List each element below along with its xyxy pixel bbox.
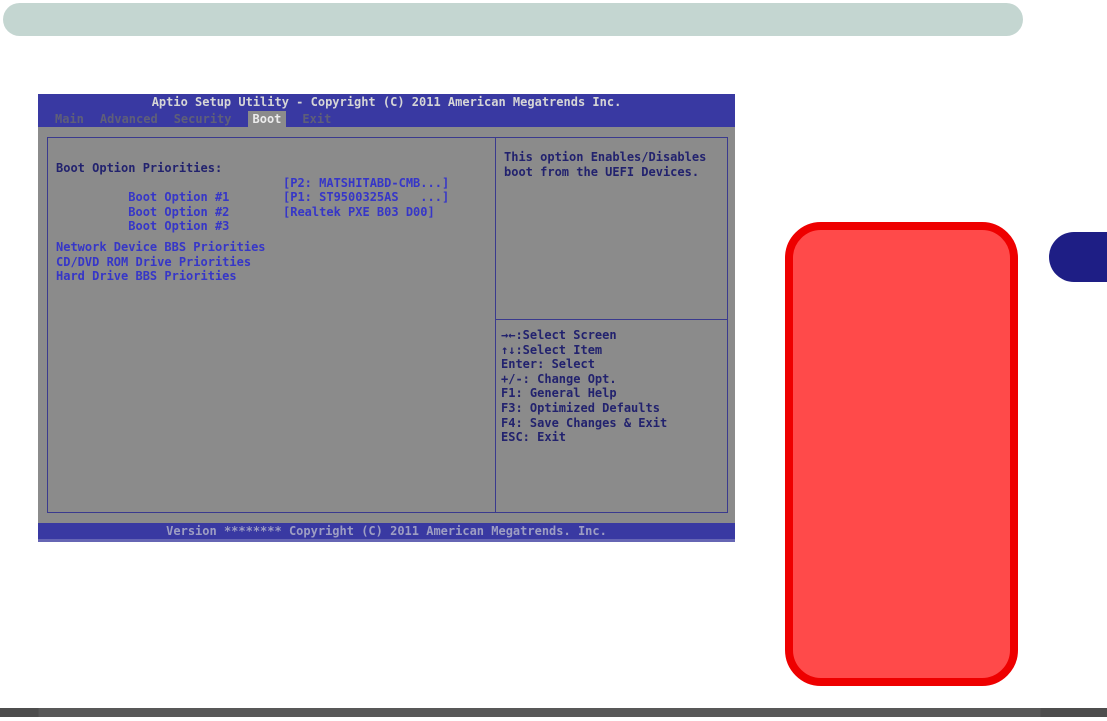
key-legend: →←:Select Screen ↑↓:Select Item Enter: S… (501, 328, 725, 445)
boot-option-3-value[interactable]: [Realtek PXE B03 D00] (283, 205, 435, 220)
hard-drive-bbs-priorities[interactable]: Hard Drive BBS Priorities (56, 269, 495, 284)
tab-boot[interactable]: Boot (247, 111, 287, 127)
annotation-highlight-box (785, 222, 1018, 686)
bios-setup-screenshot: Aptio Setup Utility - Copyright (C) 2011… (38, 94, 735, 542)
tab-security[interactable]: Security (174, 111, 232, 127)
item-help-description: This option Enables/Disables boot from t… (504, 150, 721, 179)
key-esc-exit: ESC: Exit (501, 430, 567, 445)
bios-footer-edge (38, 539, 735, 542)
boot-option-2-value[interactable]: [P1: ST9500325AS ...] (283, 190, 449, 205)
page-bottom-rule (0, 708, 1107, 717)
page-top-header-bar (3, 3, 1023, 36)
key-select-screen: →←:Select Screen (501, 328, 617, 342)
boot-option-3-label: Boot Option #3 (128, 219, 230, 233)
boot-option-3[interactable]: Boot Option #3 [Realtek PXE B03 D00] (56, 205, 495, 234)
key-f4-save-changes-exit: F4: Save Changes & Exit (501, 415, 668, 430)
bios-version-bar: Version ******** Copyright (C) 2011 Amer… (38, 523, 735, 539)
key-select-item: ↑↓:Select Item (501, 342, 603, 357)
boot-options-pane: Boot Option Priorities: Boot Option #1 [… (48, 138, 496, 512)
bios-menu-bar: Main Advanced Security Boot Exit (38, 111, 735, 127)
help-description-line-1: This option Enables/Disables (504, 150, 707, 164)
key-f3-optimized-defaults: F3: Optimized Defaults (501, 400, 660, 415)
key-f1-general-help: F1: General Help (501, 386, 617, 401)
boot-priorities-header: Boot Option Priorities: (56, 161, 223, 175)
tab-main[interactable]: Main (55, 111, 84, 127)
tab-advanced[interactable]: Advanced (100, 111, 158, 127)
key-enter-select: Enter: Select (501, 357, 595, 372)
help-pane-divider (496, 319, 727, 320)
help-pane: This option Enables/Disables boot from t… (496, 138, 727, 512)
help-description-line-2: boot from the UEFI Devices. (504, 164, 700, 179)
boot-option-2[interactable]: Boot Option #2 [P1: ST9500325AS ...] (56, 190, 495, 219)
boot-option-1-value[interactable]: [P2: MATSHITABD-CMB...] (283, 176, 449, 191)
key-change-opt: +/-: Change Opt. (501, 371, 617, 386)
tab-exit[interactable]: Exit (302, 111, 331, 127)
boot-option-1[interactable]: Boot Option #1 [P2: MATSHITABD-CMB...] (56, 176, 495, 205)
chapter-side-tab (1049, 232, 1107, 282)
bios-title: Aptio Setup Utility - Copyright (C) 2011… (38, 94, 735, 111)
bios-content-frame: Boot Option Priorities: Boot Option #1 [… (47, 137, 728, 513)
cd-dvd-rom-drive-priorities[interactable]: CD/DVD ROM Drive Priorities (56, 255, 495, 270)
manual-page: Aptio Setup Utility - Copyright (C) 2011… (0, 0, 1107, 721)
